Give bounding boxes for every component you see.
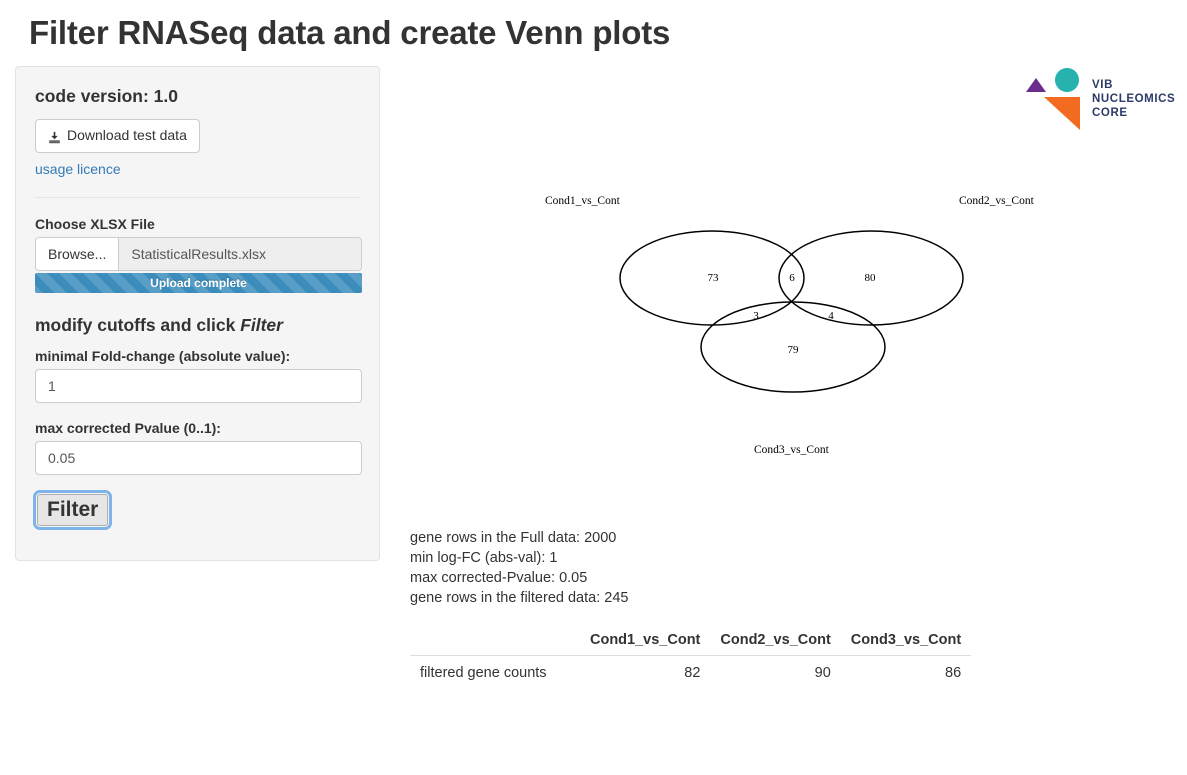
logo-wordmark: VIB NUCLEOMICS CORE xyxy=(1092,78,1175,120)
cutoffs-heading-emphasis: Filter xyxy=(240,314,283,335)
logo-line-1: VIB xyxy=(1092,79,1113,91)
cutoffs-heading: modify cutoffs and click Filter xyxy=(35,315,360,336)
table-row: filtered gene counts 82 90 86 xyxy=(410,656,971,688)
code-version-label: code version: 1.0 xyxy=(35,86,178,106)
pvalue-input[interactable] xyxy=(35,440,362,475)
table-cell-cond2: 90 xyxy=(814,665,831,681)
table-header-cond2: Cond2_vs_Cont xyxy=(710,628,841,656)
venn-label-cond2: Cond2_vs_Cont xyxy=(959,195,1034,207)
venn-count-cond2-only: 80 xyxy=(864,272,876,284)
table-row-label: filtered gene counts xyxy=(420,665,547,681)
venn-count-cond1-cond2: 6 xyxy=(789,272,795,284)
download-test-data-label: Download test data xyxy=(67,127,187,143)
logo-line-2: NUCLEOMICS xyxy=(1092,93,1176,106)
logo-line-3: CORE xyxy=(1092,107,1128,120)
download-test-data-button[interactable]: Download test data xyxy=(35,119,200,153)
selected-file-name: StatisticalResults.xlsx xyxy=(119,237,361,270)
controls-panel: code version: 1.0 Download test data usa… xyxy=(15,66,380,561)
download-icon xyxy=(48,130,61,144)
summary-line-full-rows: gene rows in the Full data: 2000 xyxy=(410,530,617,546)
results-summary: gene rows in the Full data: 2000 min log… xyxy=(410,528,628,608)
pvalue-label: max corrected Pvalue (0..1): xyxy=(35,419,221,436)
file-section-label: Choose XLSX File xyxy=(35,215,155,232)
filter-button[interactable]: Filter xyxy=(32,489,113,530)
summary-line-min-logfc: min log-FC (abs-val): 1 xyxy=(410,550,558,566)
foldchange-input[interactable] xyxy=(35,368,362,403)
logo-purple-triangle xyxy=(1026,78,1046,92)
upload-progress-label: Upload complete xyxy=(150,275,247,290)
foldchange-label: minimal Fold-change (absolute value): xyxy=(35,347,291,364)
venn-count-cond1-cond3: 3 xyxy=(753,310,759,322)
file-input-group[interactable]: Browse... StatisticalResults.xlsx xyxy=(35,236,362,271)
table-header-row: Cond1_vs_Cont Cond2_vs_Cont Cond3_vs_Con… xyxy=(410,628,972,656)
page-title: Filter RNASeq data and create Venn plots xyxy=(29,14,671,51)
upload-progress-bar: Upload complete xyxy=(35,272,362,293)
summary-line-max-pvalue: max corrected-Pvalue: 0.05 xyxy=(410,570,588,586)
venn-count-cond1-only: 73 xyxy=(707,272,719,284)
venn-label-cond3: Cond3_vs_Cont xyxy=(754,444,829,456)
logo-mark-icon xyxy=(1026,68,1080,130)
table-header-corner xyxy=(410,628,580,656)
vib-nucleomics-core-logo: VIB NUCLEOMICS CORE xyxy=(1022,62,1182,132)
usage-licence-link[interactable]: usage licence xyxy=(35,161,360,177)
table-header-cond3: Cond3_vs_Cont xyxy=(840,628,972,656)
filtered-counts-table: Cond1_vs_Cont Cond2_vs_Cont Cond3_vs_Con… xyxy=(410,628,972,688)
summary-line-filtered-rows: gene rows in the filtered data: 245 xyxy=(410,590,629,606)
browse-button[interactable]: Browse... xyxy=(36,237,120,270)
table-header-cond1: Cond1_vs_Cont xyxy=(580,628,711,656)
cutoffs-heading-prefix: modify cutoffs and click xyxy=(35,314,241,335)
sidebar-divider xyxy=(35,196,360,198)
venn-ellipses xyxy=(619,230,964,393)
logo-orange-triangle xyxy=(1044,97,1080,130)
venn-label-cond1: Cond1_vs_Cont xyxy=(545,195,620,207)
venn-count-cond2-cond3: 4 xyxy=(828,310,834,322)
table-cell-cond3: 86 xyxy=(945,665,962,681)
venn-count-cond3-only: 79 xyxy=(787,344,799,356)
table-cell-cond1: 82 xyxy=(684,665,701,681)
logo-teal-circle xyxy=(1055,68,1079,92)
venn-diagram: Cond1_vs_Cont Cond2_vs_Cont Cond3_vs_Con… xyxy=(400,150,1040,510)
